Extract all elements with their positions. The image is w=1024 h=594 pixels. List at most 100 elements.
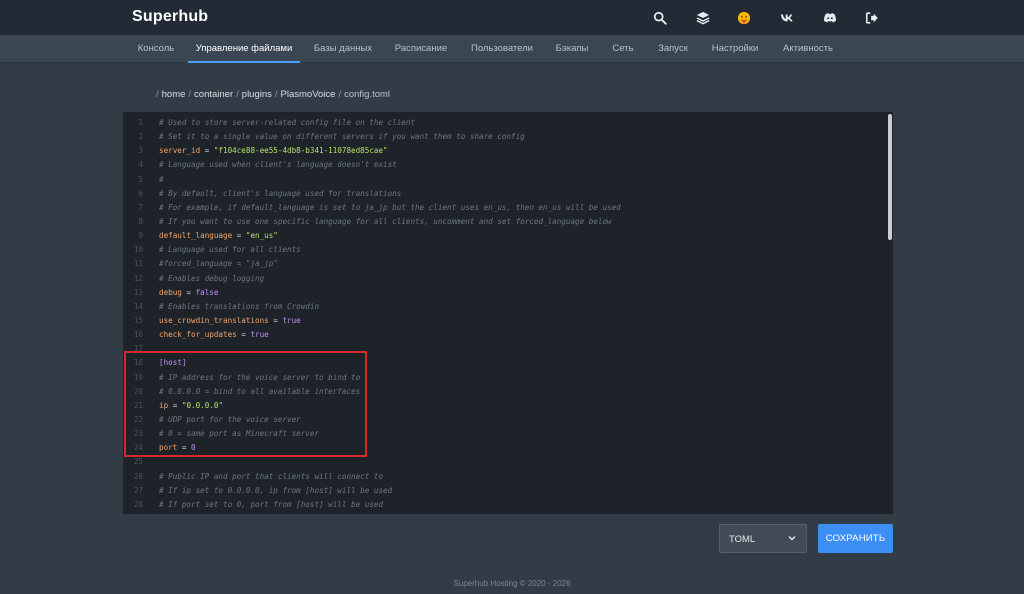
line-text: default_language = "en_us" — [159, 229, 278, 243]
line-number: 1 — [138, 118, 143, 127]
assign-operator: = — [200, 146, 214, 156]
line-number: 5 — [138, 174, 143, 184]
line-text: # For example, if default_language is se… — [159, 202, 621, 212]
config-key: use_crowdin_translations — [159, 315, 269, 325]
breadcrumb: / home / container / plugins / PlasmoVoice / conf… — [153, 89, 390, 100]
code-line[interactable]: 8 # If you want to use one specific langu… — [123, 215, 883, 229]
line-text: # Set it to a single value on different … — [159, 132, 525, 142]
code-line[interactable]: 28 # If port set to 0, port from [host] w… — [123, 498, 883, 512]
code-line[interactable]: 12 # Enables debug logging — [123, 272, 883, 286]
code-line[interactable]: 14 # Enables translations from Crowdin — [123, 300, 883, 314]
line-text: # Language used for all clients — [159, 245, 301, 255]
tab-console[interactable]: Консоль — [126, 35, 186, 63]
config-value: true — [282, 315, 301, 325]
config-key: debug — [159, 287, 182, 297]
line-text: debug = false — [159, 286, 218, 300]
tab-backups[interactable]: Бэкапы — [546, 35, 598, 63]
line-text: # Used to store server-related config fi… — [159, 118, 416, 127]
editor-scrollbar[interactable] — [887, 112, 893, 514]
line-number: 7 — [138, 202, 143, 212]
avatar-emoji-icon[interactable] — [735, 9, 753, 27]
breadcrumb-plugins[interactable]: plugins — [242, 89, 272, 100]
line-number: 28 — [133, 499, 143, 509]
tab-users[interactable]: Пользователи — [460, 35, 544, 63]
line-text: # Language used when client's language d… — [159, 160, 397, 170]
code-line[interactable]: 5 # — [123, 173, 883, 187]
config-key: server_id — [159, 146, 201, 156]
config-value: "f104ce88-ee55-4db8-b341-11078ed85cae" — [213, 146, 388, 156]
breadcrumb-separator: / — [236, 89, 239, 100]
code-line[interactable]: 10 # Language used for all clients — [123, 243, 883, 257]
code-line[interactable]: 1 # Used to store server-related config f… — [123, 116, 883, 130]
save-button[interactable]: СОХРАНИТЬ — [818, 524, 893, 553]
discord-icon[interactable] — [821, 9, 839, 27]
tab-file-manager[interactable]: Управление файлами — [188, 35, 300, 63]
line-text: # Public IP and port that clients will c… — [159, 471, 384, 481]
line-number: 8 — [138, 216, 143, 226]
code-line[interactable]: 27 # If ip set to 0.0.0.0, ip from [host]… — [123, 484, 883, 498]
syntax-select-value: TOML — [729, 534, 756, 545]
tab-settings[interactable]: Настройки — [702, 35, 768, 63]
line-number: 6 — [138, 188, 143, 198]
line-number: 27 — [133, 485, 143, 495]
footer-copyright: Superhub Hosting © 2020 - 2026 — [453, 579, 571, 588]
line-number: 10 — [133, 245, 143, 255]
breadcrumb-plasmovoice[interactable]: PlasmoVoice — [281, 89, 336, 100]
code-line[interactable]: 6 # By default, client's language used fo… — [123, 187, 883, 201]
tab-network[interactable]: Сеть — [602, 35, 644, 63]
code-line[interactable]: 2 # Set it to a single value on different… — [123, 130, 883, 144]
code-line[interactable]: 13 debug = false — [123, 286, 883, 300]
tab-startup[interactable]: Запуск — [648, 35, 698, 63]
breadcrumb-home[interactable]: home — [162, 89, 186, 100]
line-text: # By default, client's language used for… — [159, 188, 402, 198]
line-number: 15 — [133, 315, 143, 325]
chevron-down-icon — [788, 536, 796, 541]
editor-scrollbar-thumb[interactable] — [888, 114, 892, 240]
breadcrumb-current-file: config.toml — [344, 89, 391, 100]
tab-databases[interactable]: Базы данных — [304, 35, 382, 63]
tab-activity[interactable]: Активность — [772, 35, 844, 63]
line-text: # If port set to 0, port from [host] wil… — [159, 499, 384, 509]
code-line[interactable]: 26 # Public IP and port that clients will… — [123, 470, 883, 484]
code-line[interactable]: 16 check_for_updates = true — [123, 328, 883, 342]
line-number: 11 — [133, 259, 143, 269]
code-line[interactable]: 7 # For example, if default_language is s… — [123, 201, 883, 215]
code-line[interactable]: 25 — [123, 455, 883, 469]
config-value: "en_us" — [245, 231, 278, 241]
code-line[interactable]: 4 # Language used when client's language … — [123, 158, 883, 172]
code-line[interactable]: 3 server_id = "f104ce88-ee55-4db8-b341-11… — [123, 144, 883, 158]
line-text: # If ip set to 0.0.0.0, ip from [host] w… — [159, 485, 393, 495]
syntax-select[interactable]: TOML — [719, 524, 807, 553]
assign-operator: = — [232, 231, 246, 241]
config-value: true — [250, 330, 269, 340]
layers-icon[interactable] — [694, 9, 712, 27]
line-number: 14 — [133, 301, 143, 311]
config-key: default_language — [159, 231, 233, 241]
line-text: # Enables debug logging — [159, 273, 265, 283]
line-text: # If you want to use one specific langua… — [159, 216, 612, 226]
breadcrumb-separator: / — [156, 89, 159, 100]
line-number: 12 — [133, 273, 143, 283]
top-bar: Superhub — [0, 0, 1024, 35]
line-number: 9 — [138, 231, 143, 241]
line-text: check_for_updates = true — [159, 328, 269, 342]
code-line[interactable]: 9 default_language = "en_us" — [123, 229, 883, 243]
main-nav: Консоль Управление файлами Базы данных Р… — [0, 35, 1024, 63]
code-line[interactable]: 11 #forced_language = "ja_jp" — [123, 257, 883, 271]
config-key: check_for_updates — [159, 330, 237, 340]
search-icon[interactable] — [651, 9, 669, 27]
line-number: 3 — [138, 146, 143, 156]
assign-operator: = — [181, 287, 196, 297]
breadcrumb-container[interactable]: container — [194, 89, 233, 100]
line-number: 2 — [138, 132, 143, 142]
sign-out-icon[interactable] — [863, 9, 881, 27]
vk-icon[interactable] — [778, 9, 796, 27]
assign-operator: = — [268, 315, 283, 325]
line-number: 25 — [133, 457, 143, 467]
line-number: 26 — [133, 471, 143, 481]
code-line[interactable]: 15 use_crowdin_translations = true — [123, 314, 883, 328]
breadcrumb-separator: / — [338, 89, 342, 100]
line-text: # Enables translations from Crowdin — [159, 301, 320, 311]
tab-schedules[interactable]: Расписание — [384, 35, 458, 63]
highlight-box — [124, 351, 367, 457]
